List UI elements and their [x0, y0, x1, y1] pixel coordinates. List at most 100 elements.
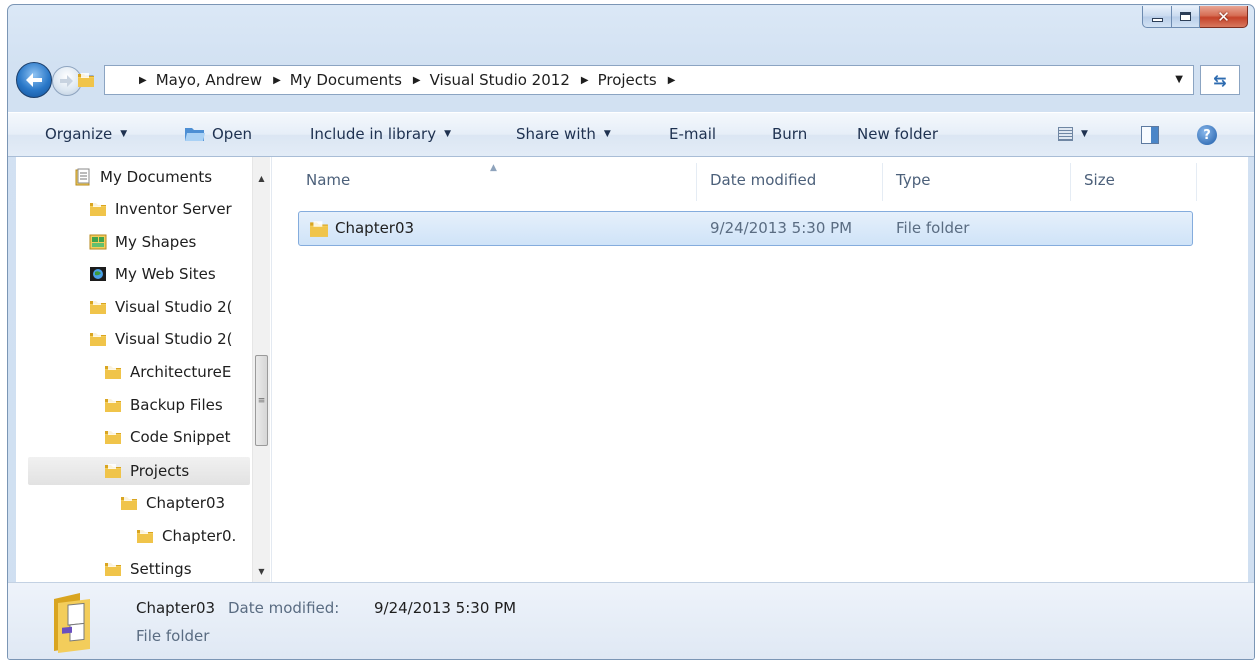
folder-icon — [89, 298, 107, 316]
email-button[interactable]: E-mail — [669, 125, 716, 143]
tree-item-label: Code Snippet — [130, 428, 231, 446]
folder-icon — [309, 219, 329, 239]
organize-button[interactable]: Organize ▼ — [45, 125, 127, 143]
tree-item-projects[interactable]: Projects — [28, 457, 250, 485]
column-divider[interactable] — [882, 163, 883, 201]
scroll-up-icon[interactable]: ▲ — [253, 169, 270, 187]
tree-item-chapter03[interactable]: Chapter03 — [120, 489, 225, 517]
refresh-button[interactable]: ⇆ — [1200, 65, 1240, 95]
folder-icon — [77, 71, 95, 89]
file-list-pane: ▲ Name Date modified Type Size Chapter03… — [278, 157, 1248, 582]
details-item-type: File folder — [136, 627, 210, 645]
breadcrumb-projects[interactable]: Projects — [598, 71, 657, 89]
new-folder-label: New folder — [857, 125, 939, 143]
preview-pane-button[interactable] — [1141, 126, 1159, 144]
tree-item-label: ArchitectureE — [130, 363, 232, 381]
file-date-modified: 9/24/2013 5:30 PM — [710, 219, 853, 237]
breadcrumb-my-documents[interactable]: My Documents — [290, 71, 402, 89]
column-header-date-modified[interactable]: Date modified — [710, 171, 816, 189]
tree-item-code-snippets[interactable]: Code Snippet — [104, 423, 231, 451]
minimize-button[interactable] — [1142, 6, 1172, 28]
help-button[interactable]: ? — [1197, 125, 1217, 145]
folder-icon — [89, 330, 107, 348]
tree-item-settings[interactable]: Settings — [104, 555, 192, 582]
tree-item-visual-studio-2010[interactable]: Visual Studio 2( — [89, 293, 233, 321]
minimize-icon — [1151, 18, 1163, 22]
column-divider[interactable] — [696, 163, 697, 201]
folder-icon — [104, 560, 122, 578]
tree-item-chapter03-sub[interactable]: Chapter0. — [136, 522, 236, 550]
email-label: E-mail — [669, 125, 717, 143]
breadcrumb-separator-icon[interactable]: ▶ — [668, 75, 676, 86]
chevron-down-icon: ▼ — [603, 129, 611, 139]
caption-buttons: ✕ — [1142, 6, 1248, 28]
file-row[interactable]: Chapter03 9/24/2013 5:30 PM File folder — [298, 211, 1193, 246]
breadcrumb-separator-icon[interactable]: ▶ — [139, 75, 147, 86]
close-icon: ✕ — [1217, 7, 1230, 26]
details-date-label: Date modified: — [228, 599, 340, 617]
back-button[interactable] — [16, 62, 52, 98]
breadcrumb-separator-icon[interactable]: ▶ — [273, 75, 281, 86]
address-dropdown-icon[interactable]: ▼ — [1175, 74, 1183, 85]
breadcrumb-mayo-andrew[interactable]: Mayo, Andrew — [156, 71, 262, 89]
scroll-down-icon[interactable]: ▼ — [253, 562, 270, 580]
file-type: File folder — [896, 219, 970, 237]
chevron-down-icon: ▼ — [120, 129, 128, 139]
column-header-name[interactable]: Name — [306, 171, 350, 189]
tree-item-my-web-sites[interactable]: My Web Sites — [89, 260, 216, 288]
maximize-icon — [1180, 12, 1191, 21]
tree-item-label: My Shapes — [115, 233, 197, 251]
new-folder-button[interactable]: New folder — [857, 125, 938, 143]
tree-item-label: My Web Sites — [115, 265, 216, 283]
tree-item-my-documents[interactable]: My Documents — [74, 163, 212, 191]
organize-label: Organize — [45, 125, 113, 143]
chevron-down-icon: ▼ — [444, 129, 451, 139]
view-icon — [1058, 127, 1073, 141]
open-button[interactable]: Open — [184, 125, 252, 143]
sort-ascending-icon: ▲ — [490, 163, 497, 173]
tree-item-inventor-server[interactable]: Inventor Server — [89, 195, 232, 223]
navigation-pane: My Documents Inventor Server My Shapes M… — [16, 157, 272, 582]
refresh-icon: ⇆ — [1213, 70, 1227, 90]
command-bar: Organize ▼ Open Include in library ▼ Share… — [8, 112, 1254, 157]
breadcrumb-separator-icon[interactable]: ▶ — [581, 75, 589, 86]
tree-item-backup-files[interactable]: Backup Files — [104, 391, 223, 419]
explorer-window: ✕ ▼ ▶ Mayo, Andrew ▶ My Documents ▶ Visu… — [7, 4, 1255, 660]
column-divider[interactable] — [1070, 163, 1071, 201]
breadcrumb-separator-icon[interactable]: ▶ — [413, 75, 421, 86]
burn-button[interactable]: Burn — [772, 125, 807, 143]
column-header-type[interactable]: Type — [896, 171, 930, 189]
share-with-button[interactable]: Share with ▼ — [516, 125, 611, 143]
column-divider[interactable] — [1196, 163, 1197, 201]
chevron-down-icon: ▼ — [1081, 129, 1088, 139]
change-view-button[interactable]: ▼ — [1058, 127, 1088, 141]
nav-pane-scrollbar[interactable]: ▲ ≡ ▼ — [252, 157, 270, 582]
tree-item-label: Settings — [130, 560, 192, 578]
close-button[interactable]: ✕ — [1200, 6, 1248, 28]
open-label: Open — [212, 125, 253, 143]
details-pane: Chapter03 Date modified: 9/24/2013 5:30 … — [8, 582, 1254, 659]
maximize-button[interactable] — [1172, 6, 1200, 28]
documents-icon — [75, 168, 90, 186]
shapes-icon — [89, 234, 107, 250]
tree-item-visual-studio-2012[interactable]: Visual Studio 2( — [89, 325, 233, 353]
scrollbar-thumb[interactable]: ≡ — [255, 355, 268, 446]
folder-icon — [89, 200, 107, 218]
tree-item-my-shapes[interactable]: My Shapes — [89, 228, 196, 256]
folder-icon — [104, 428, 122, 446]
details-date-value: 9/24/2013 5:30 PM — [374, 599, 517, 617]
share-with-label: Share with — [516, 125, 596, 143]
include-in-library-label: Include in library — [310, 125, 437, 143]
tree-item-architecture[interactable]: ArchitectureE — [104, 358, 231, 386]
tree-item-label: Backup Files — [130, 396, 223, 414]
folder-icon — [104, 363, 122, 381]
tree-item-label: Inventor Server — [115, 200, 232, 218]
details-item-name: Chapter03 — [136, 599, 216, 617]
tree-item-label: Visual Studio 2( — [115, 330, 233, 348]
folder-icon — [136, 527, 154, 545]
breadcrumb-visual-studio-2012[interactable]: Visual Studio 2012 — [430, 71, 570, 89]
web-sites-icon — [90, 267, 106, 281]
address-bar[interactable]: ▶ Mayo, Andrew ▶ My Documents ▶ Visual S… — [104, 65, 1194, 95]
column-header-size[interactable]: Size — [1084, 171, 1115, 189]
include-in-library-button[interactable]: Include in library ▼ — [310, 125, 451, 143]
